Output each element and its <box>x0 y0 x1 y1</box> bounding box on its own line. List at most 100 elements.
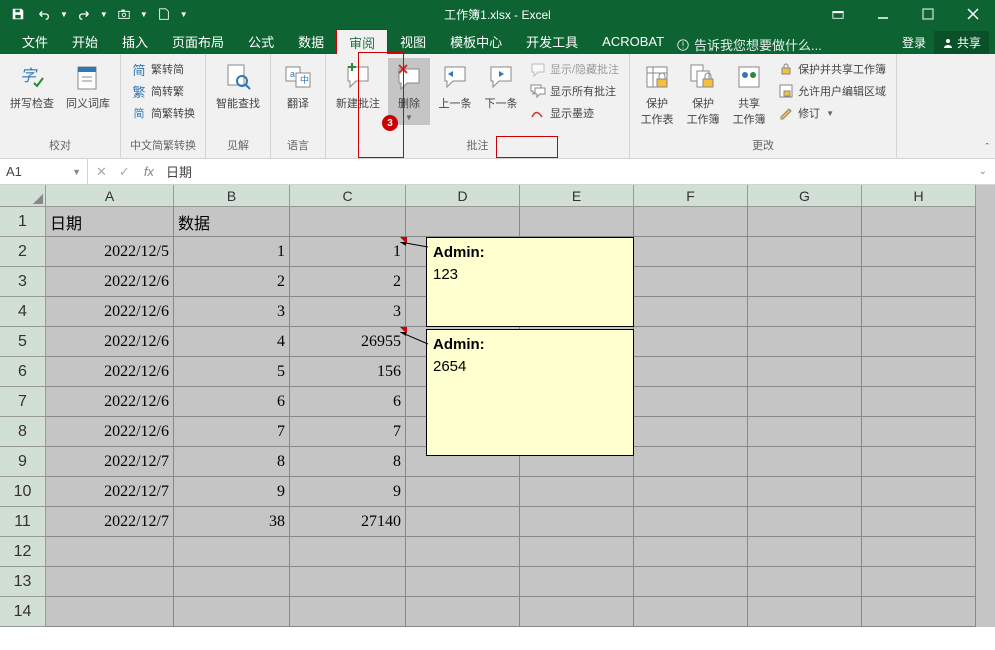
col-header-A[interactable]: A <box>46 185 174 207</box>
cell-G9[interactable] <box>748 447 862 477</box>
cell-B3[interactable]: 2 <box>174 267 290 297</box>
cell-G7[interactable] <box>748 387 862 417</box>
cell-D12[interactable] <box>406 537 520 567</box>
col-header-B[interactable]: B <box>174 185 290 207</box>
row-header-3[interactable]: 3 <box>0 267 46 297</box>
row-header-7[interactable]: 7 <box>0 387 46 417</box>
cell-G14[interactable] <box>748 597 862 627</box>
insert-function-button[interactable]: fx <box>138 164 160 179</box>
name-box[interactable]: A1 ▼ <box>0 159 88 184</box>
cell-C9[interactable]: 8 <box>290 447 406 477</box>
tab-home[interactable]: 开始 <box>60 29 110 54</box>
cell-F7[interactable] <box>634 387 748 417</box>
allow-edit-ranges-button[interactable]: 允许用户编辑区域 <box>774 80 890 102</box>
cell-A14[interactable] <box>46 597 174 627</box>
cell-A1[interactable]: 日期 <box>46 207 174 237</box>
camera-button[interactable] <box>114 4 134 24</box>
comment-box-1[interactable]: Admin: 123 <box>426 237 634 327</box>
cell-A2[interactable]: 2022/12/5 <box>46 237 174 267</box>
cell-G4[interactable] <box>748 297 862 327</box>
cell-H9[interactable] <box>862 447 976 477</box>
cell-C6[interactable]: 156 <box>290 357 406 387</box>
cell-C10[interactable]: 9 <box>290 477 406 507</box>
row-header-11[interactable]: 11 <box>0 507 46 537</box>
cell-H7[interactable] <box>862 387 976 417</box>
expand-formula-bar-button[interactable]: ⌄ <box>971 166 995 177</box>
maximize-button[interactable] <box>905 0 950 28</box>
show-ink-button[interactable]: 显示墨迹 <box>526 102 623 124</box>
smart-lookup-button[interactable]: 智能查找 <box>212 58 264 114</box>
redo-button[interactable] <box>74 4 94 24</box>
cell-C8[interactable]: 7 <box>290 417 406 447</box>
cell-C14[interactable] <box>290 597 406 627</box>
cell-B7[interactable]: 6 <box>174 387 290 417</box>
cell-G8[interactable] <box>748 417 862 447</box>
cell-C11[interactable]: 27140 <box>290 507 406 537</box>
cell-A11[interactable]: 2022/12/7 <box>46 507 174 537</box>
tab-file[interactable]: 文件 <box>10 29 60 54</box>
share-button[interactable]: 共享 <box>934 31 989 54</box>
cell-B10[interactable]: 9 <box>174 477 290 507</box>
cell-C1[interactable] <box>290 207 406 237</box>
translate-button[interactable]: a中 翻译 <box>277 58 319 114</box>
show-all-comments-button[interactable]: 显示所有批注 <box>526 80 623 102</box>
cell-C5[interactable]: 26955 <box>290 327 406 357</box>
new-file-button[interactable] <box>154 4 174 24</box>
spell-check-button[interactable]: 字 拼写检查 <box>6 58 58 114</box>
cell-D1[interactable] <box>406 207 520 237</box>
col-header-C[interactable]: C <box>290 185 406 207</box>
cell-A12[interactable] <box>46 537 174 567</box>
cell-H11[interactable] <box>862 507 976 537</box>
col-header-H[interactable]: H <box>862 185 976 207</box>
row-header-13[interactable]: 13 <box>0 567 46 597</box>
cell-B13[interactable] <box>174 567 290 597</box>
cell-A13[interactable] <box>46 567 174 597</box>
cell-G3[interactable] <box>748 267 862 297</box>
cell-F4[interactable] <box>634 297 748 327</box>
cell-E11[interactable] <box>520 507 634 537</box>
cell-H10[interactable] <box>862 477 976 507</box>
cell-C4[interactable]: 3 <box>290 297 406 327</box>
cell-G2[interactable] <box>748 237 862 267</box>
cell-C2[interactable]: 1 <box>290 237 406 267</box>
col-header-F[interactable]: F <box>634 185 748 207</box>
cell-A6[interactable]: 2022/12/6 <box>46 357 174 387</box>
row-header-12[interactable]: 12 <box>0 537 46 567</box>
col-header-E[interactable]: E <box>520 185 634 207</box>
cell-A5[interactable]: 2022/12/6 <box>46 327 174 357</box>
thesaurus-button[interactable]: 同义词库 <box>62 58 114 114</box>
cell-A8[interactable]: 2022/12/6 <box>46 417 174 447</box>
cell-F2[interactable] <box>634 237 748 267</box>
cell-H1[interactable] <box>862 207 976 237</box>
confirm-formula-button[interactable]: ✓ <box>119 164 130 180</box>
formula-input[interactable]: 日期 <box>160 162 971 181</box>
cell-H8[interactable] <box>862 417 976 447</box>
delete-comment-button[interactable]: 删除 ▼ 3 <box>388 58 430 125</box>
cell-A10[interactable]: 2022/12/7 <box>46 477 174 507</box>
next-comment-button[interactable]: 下一条 <box>480 58 522 125</box>
cell-F14[interactable] <box>634 597 748 627</box>
ribbon-display-button[interactable] <box>815 0 860 28</box>
cell-D14[interactable] <box>406 597 520 627</box>
cell-E12[interactable] <box>520 537 634 567</box>
cell-A3[interactable]: 2022/12/6 <box>46 267 174 297</box>
cell-D11[interactable] <box>406 507 520 537</box>
simp-trad-convert-button[interactable]: 简简繁转换 <box>127 102 199 124</box>
row-header-4[interactable]: 4 <box>0 297 46 327</box>
cell-C3[interactable]: 2 <box>290 267 406 297</box>
login-link[interactable]: 登录 <box>902 34 926 51</box>
cell-H3[interactable] <box>862 267 976 297</box>
cell-H6[interactable] <box>862 357 976 387</box>
share-workbook-button[interactable]: 共享 工作簿 <box>728 58 770 130</box>
cell-B2[interactable]: 1 <box>174 237 290 267</box>
cell-F10[interactable] <box>634 477 748 507</box>
cell-E10[interactable] <box>520 477 634 507</box>
row-header-9[interactable]: 9 <box>0 447 46 477</box>
cell-B6[interactable]: 5 <box>174 357 290 387</box>
tab-dev[interactable]: 开发工具 <box>514 29 590 54</box>
row-header-6[interactable]: 6 <box>0 357 46 387</box>
show-hide-comment-button[interactable]: 显示/隐藏批注 <box>526 58 623 80</box>
cell-H4[interactable] <box>862 297 976 327</box>
row-header-10[interactable]: 10 <box>0 477 46 507</box>
cell-F6[interactable] <box>634 357 748 387</box>
